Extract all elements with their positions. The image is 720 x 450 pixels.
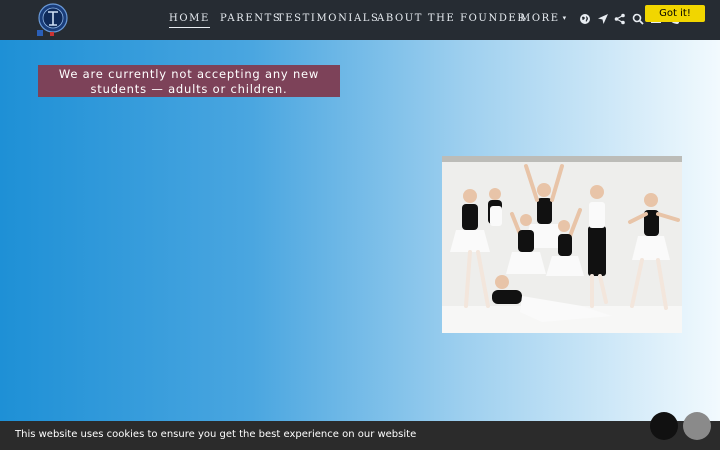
chevron-down-icon: ▾ xyxy=(562,14,568,22)
cookie-message: This website uses cookies to ensure you … xyxy=(15,429,417,440)
nav-home[interactable]: Home xyxy=(169,13,210,28)
enrollment-notice: We are currently not accepting any new s… xyxy=(38,65,340,97)
cookie-banner: This website uses cookies to ensure you … xyxy=(0,421,720,450)
scroll-top-button[interactable] xyxy=(683,412,711,440)
search-icon[interactable] xyxy=(632,13,644,25)
nav-testimonials[interactable]: Testimonials xyxy=(277,13,380,24)
chat-button[interactable] xyxy=(650,412,678,440)
share-icon[interactable] xyxy=(614,13,626,25)
nav-parents[interactable]: Parents xyxy=(220,13,281,24)
ballet-students-photo xyxy=(442,156,682,333)
location-arrow-icon[interactable] xyxy=(597,13,609,25)
main-nav: Home Parents Testimonials About the Foun… xyxy=(0,0,720,40)
site-header: Home Parents Testimonials About the Foun… xyxy=(0,0,720,40)
cookie-accept-button[interactable]: Got it! xyxy=(645,5,705,22)
nav-more[interactable]: More ▾ xyxy=(520,13,568,24)
globe-icon[interactable] xyxy=(579,13,591,25)
nav-more-label: More xyxy=(520,13,560,24)
nav-about-founder[interactable]: About the Founder xyxy=(377,13,526,24)
